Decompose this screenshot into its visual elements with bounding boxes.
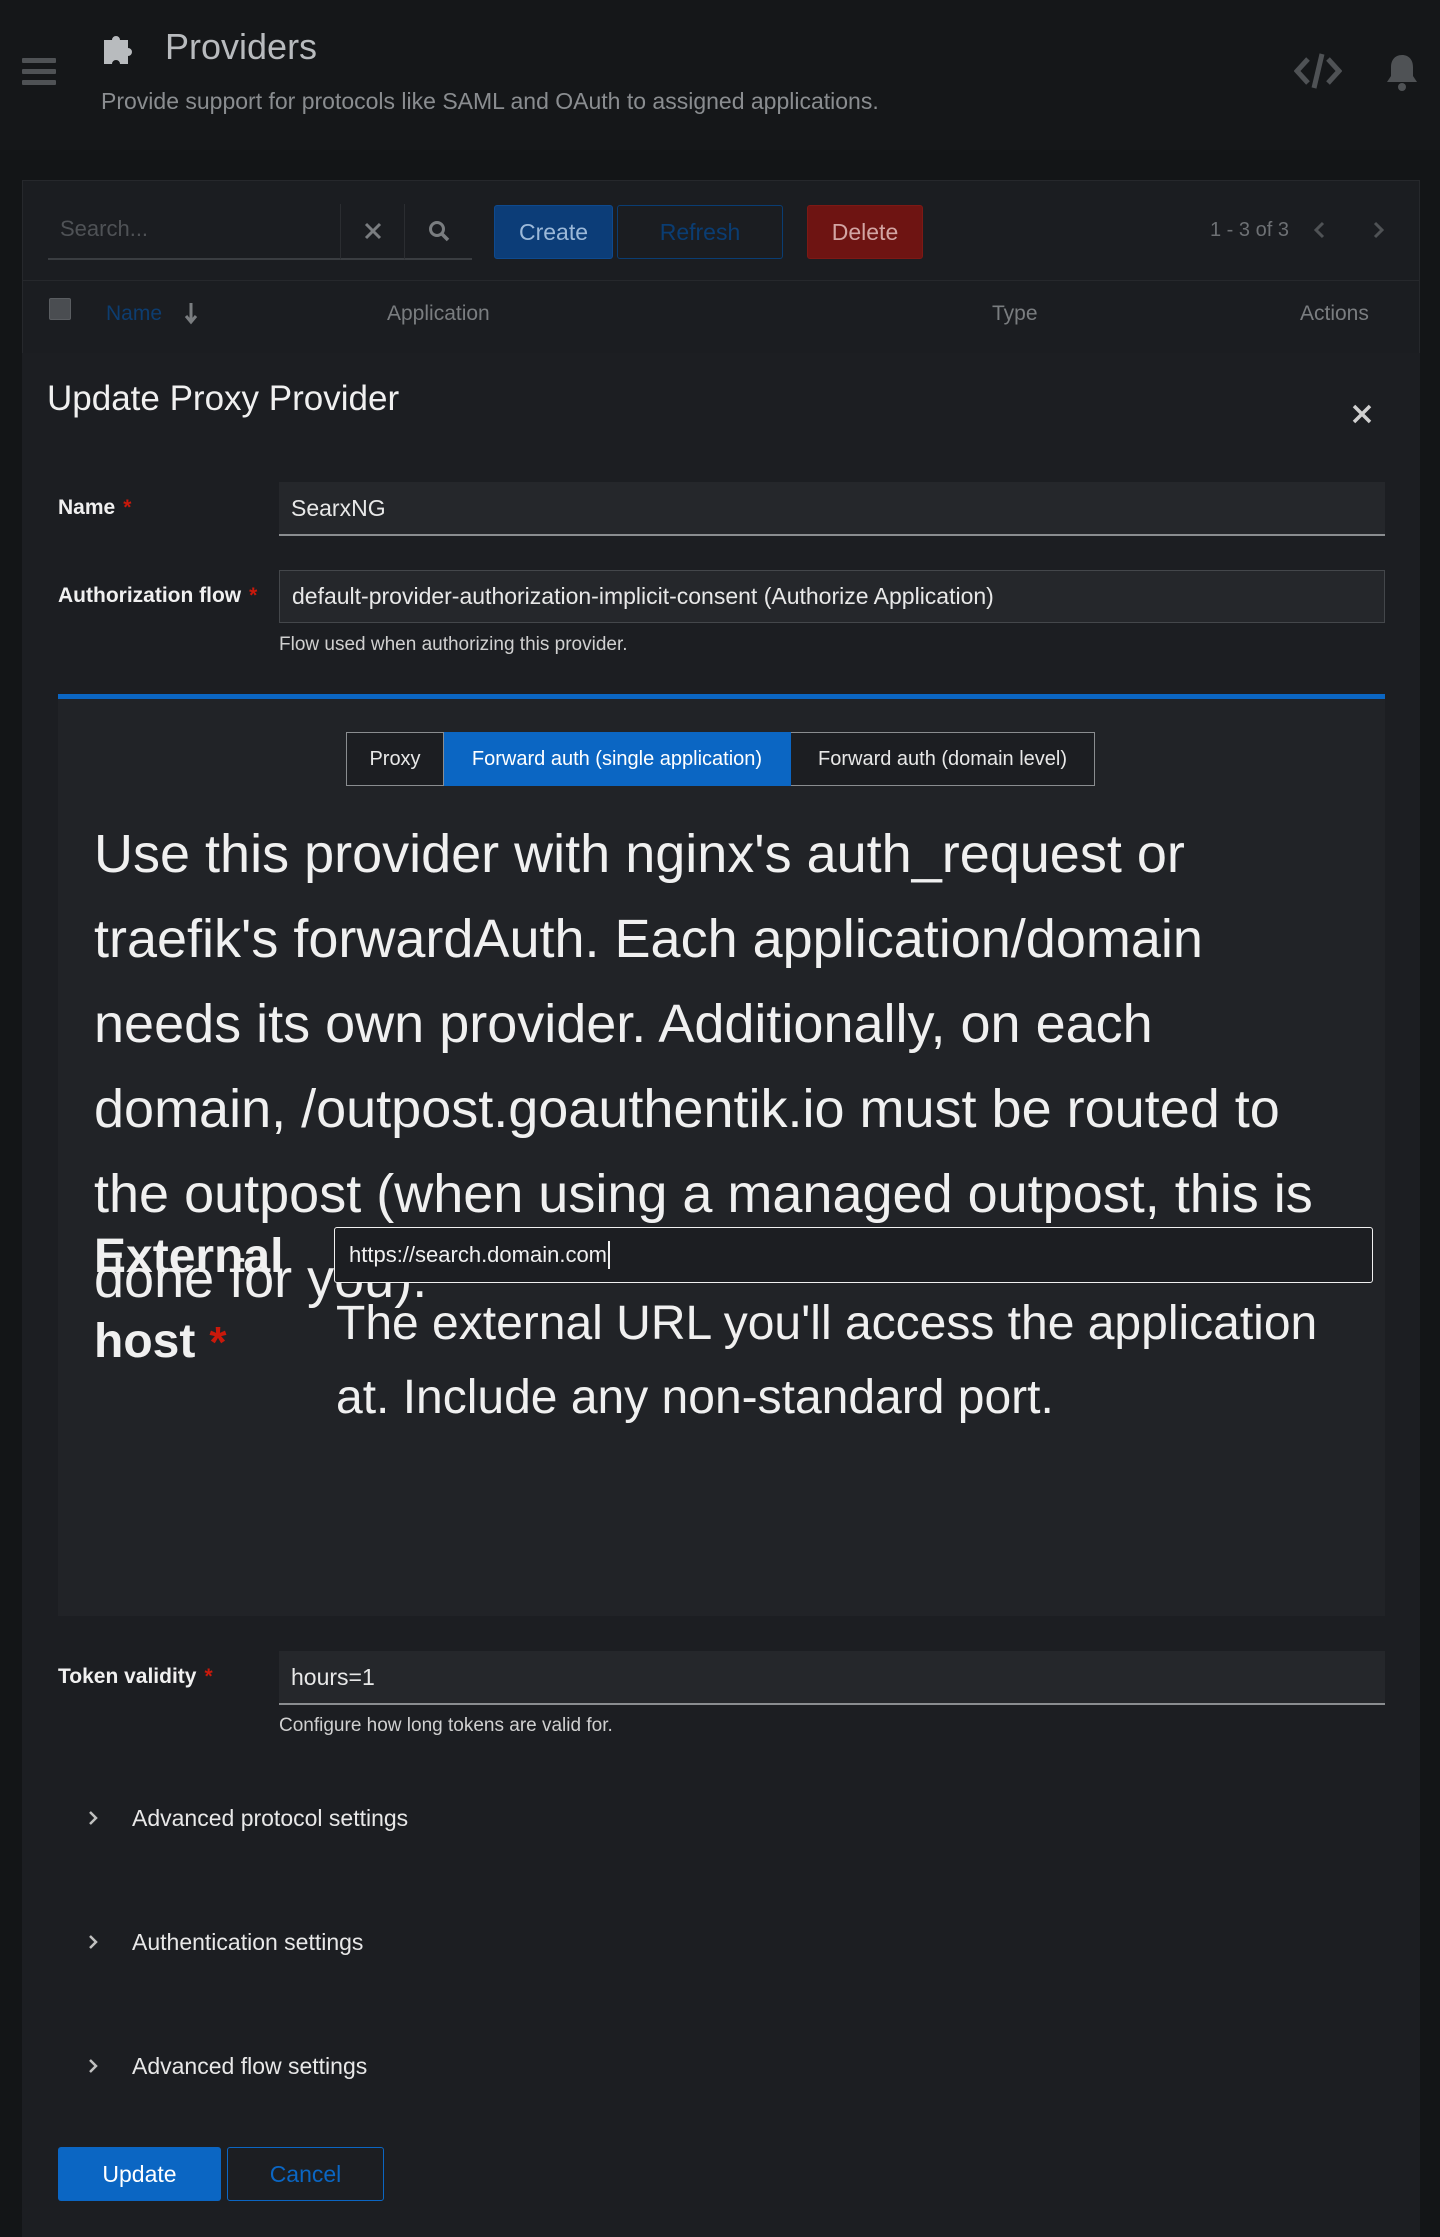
token-validity-helper: Configure how long tokens are valid for.	[279, 1715, 613, 1736]
chevron-right-icon	[89, 1811, 98, 1825]
code-icon[interactable]	[1294, 50, 1342, 92]
section-label: Advanced protocol settings	[132, 1804, 409, 1831]
name-label: Name *	[58, 496, 132, 519]
required-marker: *	[204, 1665, 213, 1688]
update-button[interactable]: Update	[58, 2147, 221, 2201]
external-host-input[interactable]: https://search.domain.com	[334, 1227, 1373, 1283]
mode-toggle-group: Proxy Forward auth (single application) …	[346, 732, 1095, 786]
search-button[interactable]	[404, 204, 472, 260]
authorization-flow-select[interactable]: default-provider-authorization-implicit-…	[279, 570, 1385, 623]
column-header-type: Type	[992, 302, 1038, 325]
toolbar: Create Refresh Delete 1 - 3 of 3	[23, 181, 1419, 281]
column-header-actions: Actions	[1300, 302, 1369, 325]
chevron-left-icon[interactable]	[1310, 217, 1330, 243]
create-button[interactable]: Create	[494, 205, 613, 259]
search-icon	[428, 221, 449, 242]
refresh-button[interactable]: Refresh	[617, 205, 783, 259]
clear-search-button[interactable]	[340, 204, 404, 260]
chevron-right-icon	[89, 1935, 98, 1949]
search-input[interactable]	[48, 204, 340, 254]
token-validity-label: Token validity *	[58, 1665, 213, 1688]
delete-button[interactable]: Delete	[807, 205, 923, 259]
external-host-label: External host *	[94, 1230, 284, 1368]
mode-option-proxy[interactable]: Proxy	[346, 732, 444, 786]
mode-option-forward-single[interactable]: Forward auth (single application)	[444, 732, 791, 786]
chevron-right-icon	[89, 2059, 98, 2073]
column-header-application: Application	[387, 302, 490, 325]
puzzle-piece-icon	[104, 36, 132, 64]
close-icon[interactable]	[1347, 399, 1377, 429]
hamburger-menu-icon[interactable]	[22, 58, 56, 86]
cancel-button[interactable]: Cancel	[227, 2147, 384, 2201]
authorization-flow-helper: Flow used when authorizing this provider…	[279, 634, 628, 655]
name-input[interactable]: SearxNG	[279, 482, 1385, 536]
page-title: Providers	[165, 26, 318, 67]
text-caret	[608, 1241, 611, 1269]
modal-title: Update Proxy Provider	[47, 379, 400, 418]
column-header-name[interactable]: Name	[106, 302, 162, 326]
table-header: Name Application Type Actions	[23, 282, 1419, 354]
mode-panel: Proxy Forward auth (single application) …	[58, 694, 1385, 1616]
authorization-flow-label: Authorization flow *	[58, 584, 258, 607]
required-marker: *	[249, 584, 258, 607]
update-provider-modal: Update Proxy Provider Name * SearxNG Auth…	[22, 353, 1420, 2237]
required-marker: *	[209, 1318, 227, 1367]
sort-descending-icon[interactable]	[183, 300, 199, 326]
token-validity-input[interactable]: hours=1	[279, 1651, 1385, 1705]
select-all-checkbox[interactable]	[49, 298, 71, 320]
section-label: Authentication settings	[132, 1928, 364, 1955]
authentication-settings-toggle[interactable]: Authentication settings	[58, 1922, 363, 1962]
section-label: Advanced flow settings	[132, 2052, 368, 2079]
pagination-text: 1 - 3 of 3	[1210, 219, 1289, 241]
bell-icon[interactable]	[1384, 52, 1420, 92]
search-box	[48, 204, 340, 260]
required-marker: *	[123, 496, 132, 519]
page-header: Providers Provide support for protocols …	[0, 0, 1440, 150]
chevron-right-icon[interactable]	[1368, 217, 1388, 243]
close-icon	[364, 222, 381, 240]
external-host-helper: The external URL you'll access the appli…	[336, 1297, 1318, 1424]
advanced-protocol-settings-toggle[interactable]: Advanced protocol settings	[58, 1798, 408, 1838]
advanced-flow-settings-toggle[interactable]: Advanced flow settings	[58, 2046, 367, 2086]
mode-option-forward-domain[interactable]: Forward auth (domain level)	[791, 732, 1095, 786]
page-description: Provide support for protocols like SAML …	[101, 88, 879, 114]
